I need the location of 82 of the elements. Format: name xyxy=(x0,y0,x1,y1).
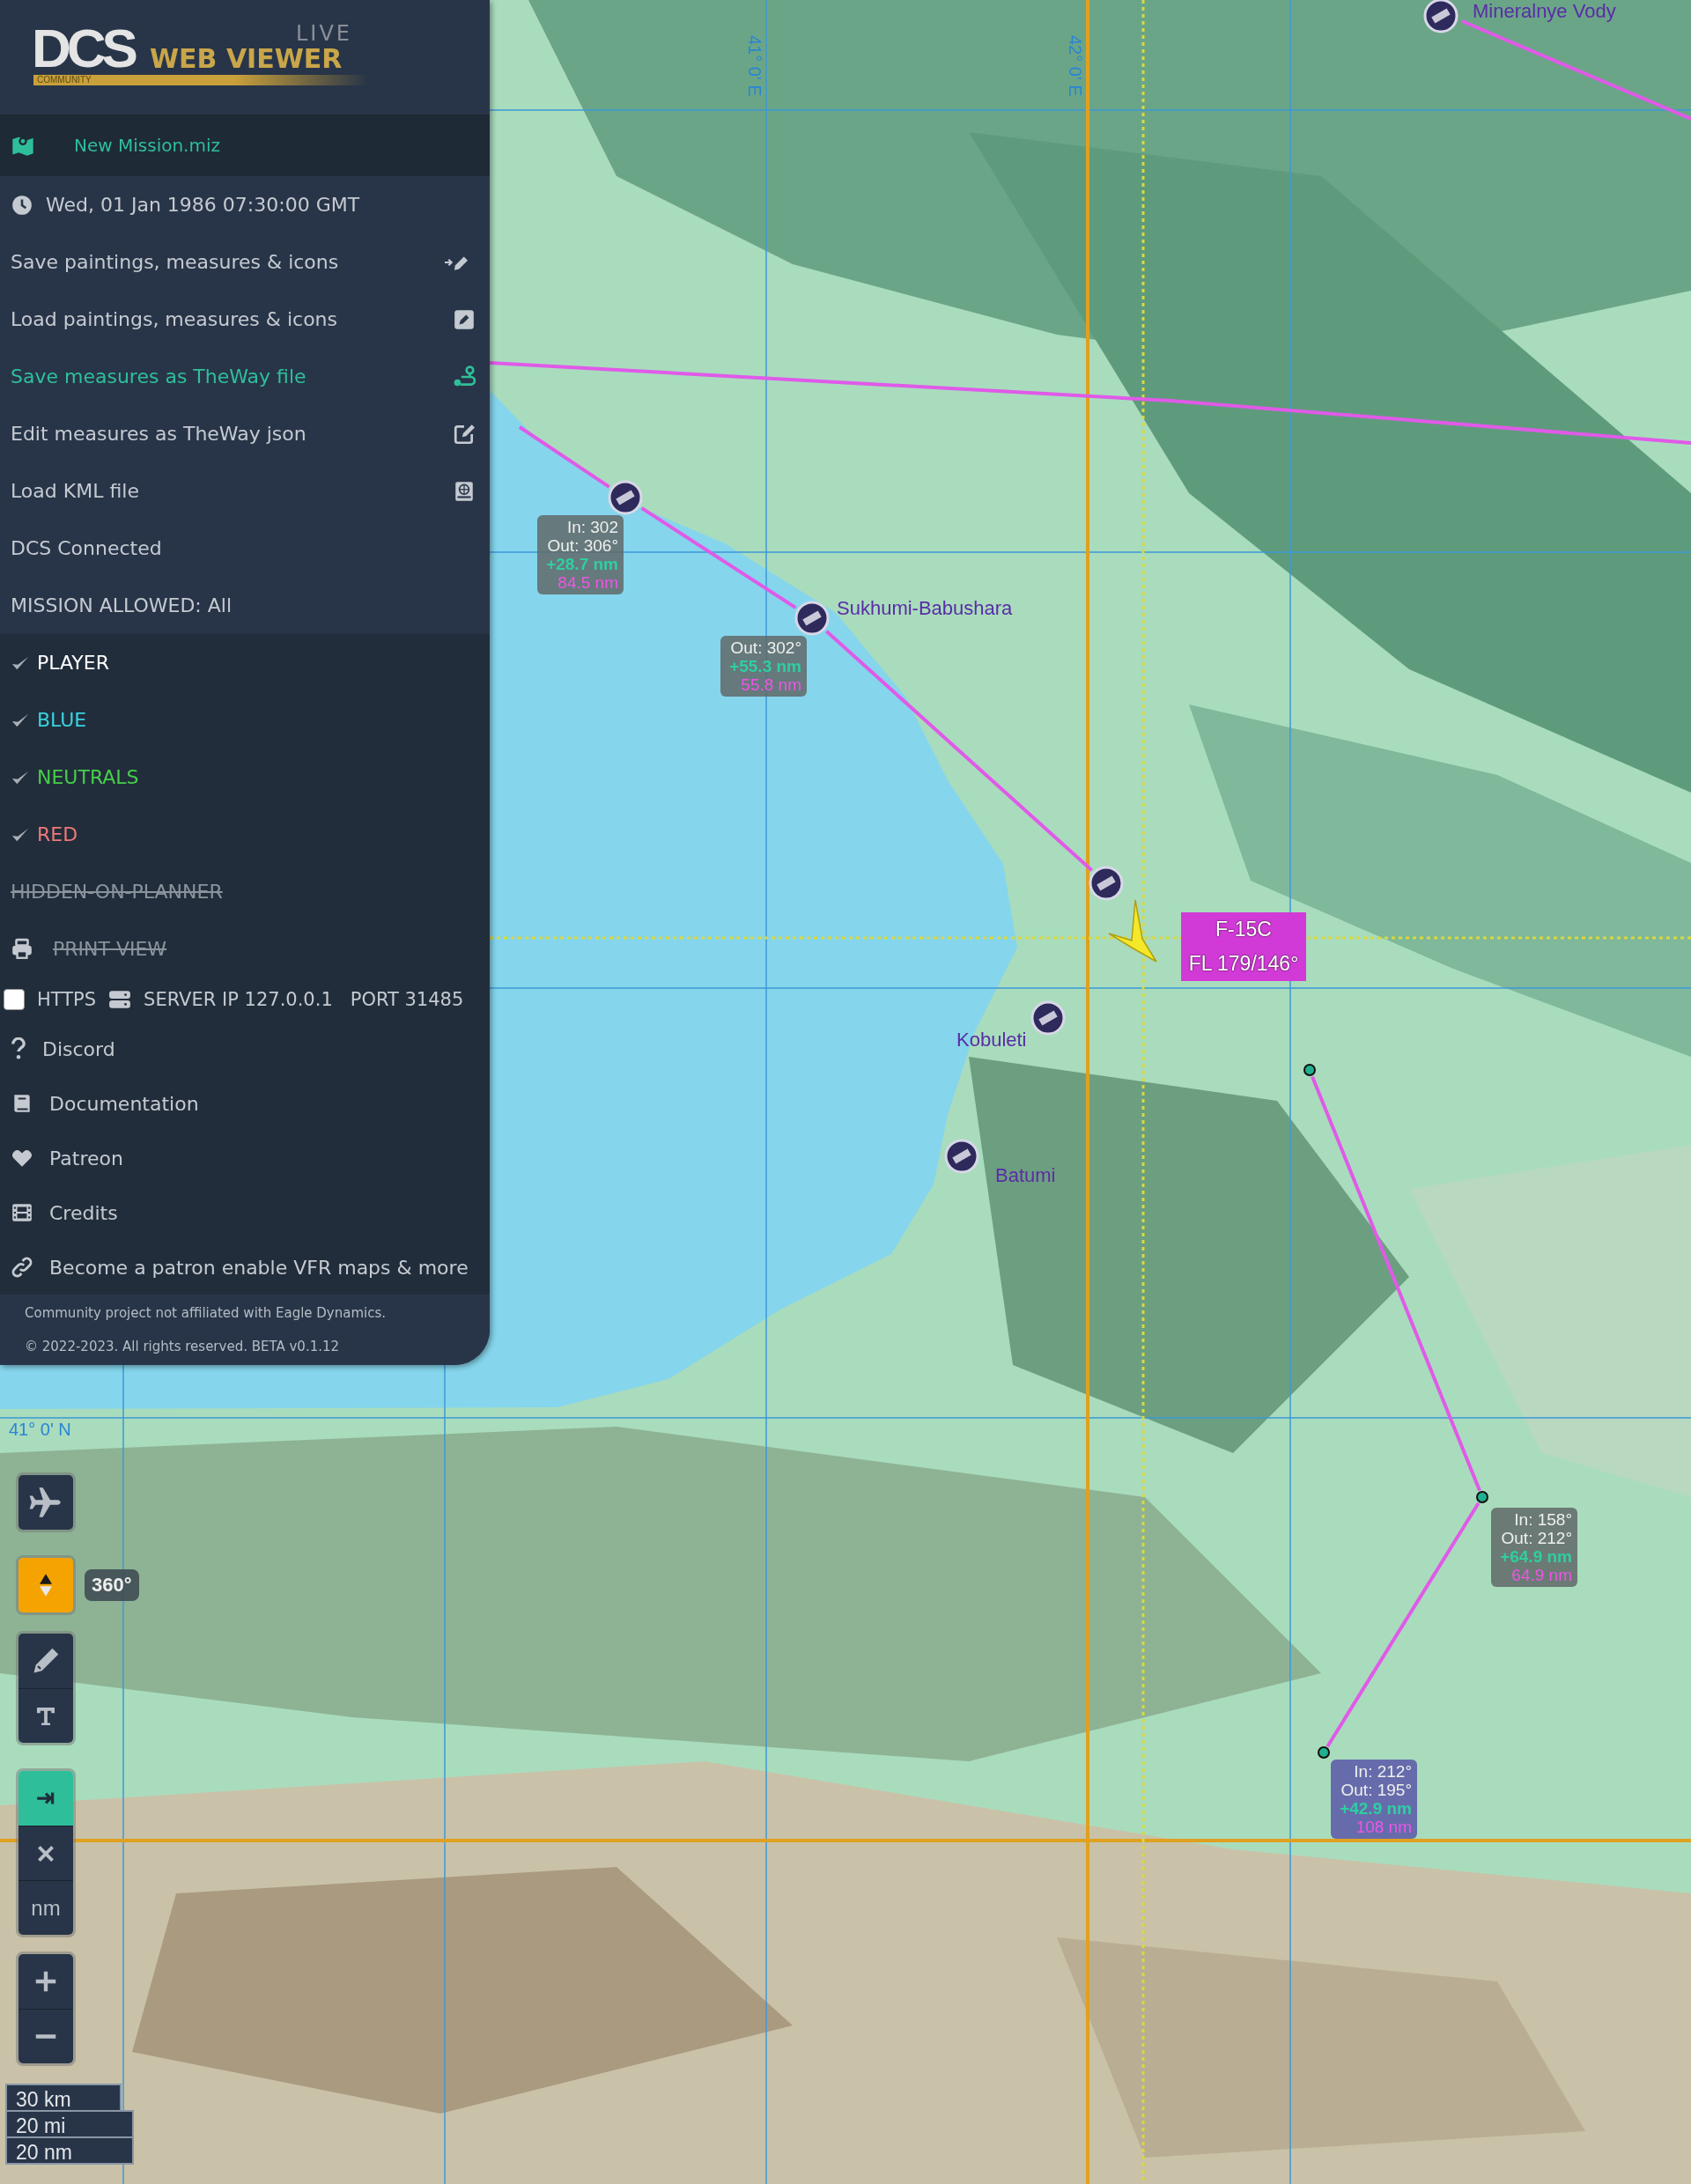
outbound-heading: Out: 302° xyxy=(730,638,801,657)
route-icon xyxy=(453,365,476,388)
units-button[interactable]: nm xyxy=(18,1880,73,1935)
menu-item[interactable]: Load KML file xyxy=(0,462,490,520)
airbase-icon[interactable] xyxy=(944,1139,979,1174)
aircraft-type: F-15C xyxy=(1215,918,1272,941)
total-distance: 108 nm xyxy=(1355,1818,1412,1836)
leg-distance: +28.7 nm xyxy=(546,555,618,573)
filter-toggle[interactable]: RED xyxy=(37,823,78,845)
clear-button[interactable] xyxy=(18,1826,73,1880)
total-distance: 84.5 nm xyxy=(558,573,618,592)
aircraft-button[interactable] xyxy=(18,1475,73,1530)
aircraft-label[interactable]: F-15C FL 179/146° xyxy=(1181,912,1306,981)
footer-text: Community project not affiliated with Eagle Dynamics. xyxy=(25,1305,388,1321)
flight-level: FL 179/146° xyxy=(1188,952,1299,976)
text-tool-button[interactable] xyxy=(18,1688,73,1743)
status-text: MISSION ALLOWED: All xyxy=(11,594,233,616)
grid-label: 41° 0' E xyxy=(744,35,764,97)
airbase-icon[interactable] xyxy=(1089,866,1124,901)
scale-bar: 20 nm xyxy=(5,2136,134,2165)
clock-icon xyxy=(11,193,33,217)
measure-button[interactable] xyxy=(18,1771,73,1826)
outbound-heading: Out: 212° xyxy=(1501,1529,1572,1547)
menu-item[interactable]: Load paintings, measures & icons xyxy=(0,291,490,348)
heading-badge: 360° xyxy=(85,1569,139,1601)
airbase-icon[interactable] xyxy=(794,601,830,636)
mission-name[interactable]: New Mission.miz xyxy=(74,135,220,156)
leg-distance: +42.9 nm xyxy=(1340,1799,1412,1818)
zoom-out-button[interactable] xyxy=(18,2009,73,2063)
waypoint-marker[interactable] xyxy=(1303,1064,1316,1076)
menu-link[interactable]: Discord xyxy=(42,1037,115,1060)
menu-item[interactable]: Save paintings, measures & icons xyxy=(0,233,490,291)
https-checkbox[interactable] xyxy=(4,989,25,1010)
waypoint-marker[interactable] xyxy=(1318,1746,1330,1759)
server-icon xyxy=(108,988,132,1011)
question-icon xyxy=(11,1037,26,1060)
footer-text: © 2022-2023. All rights reserved. BETA v0.1.12 xyxy=(25,1339,341,1354)
airbase-icon[interactable] xyxy=(1030,1000,1066,1036)
inbound-heading: In: 158° xyxy=(1514,1510,1572,1529)
airbase-label[interactable]: Kobuleti xyxy=(956,1029,1027,1051)
film-icon xyxy=(11,1201,33,1224)
minus-icon xyxy=(33,2034,58,2039)
edit-icon xyxy=(453,422,476,446)
outbound-heading: Out: 195° xyxy=(1340,1781,1412,1799)
menu-link[interactable]: Documentation xyxy=(49,1092,199,1115)
compass-button[interactable] xyxy=(18,1558,73,1612)
filter-toggle[interactable]: HIDDEN-ON-PLANNER xyxy=(11,881,223,903)
airbase-label[interactable]: Sukhumi-Babushara xyxy=(837,597,1013,620)
total-distance: 64.9 nm xyxy=(1511,1566,1572,1584)
mission-time: Wed, 01 Jan 1986 07:30:00 GMT xyxy=(46,194,361,216)
pencil-square-icon xyxy=(453,307,476,331)
filter-toggle[interactable]: BLUE xyxy=(37,709,87,731)
total-distance: 55.8 nm xyxy=(741,675,801,694)
filter-toggle[interactable]: PLAYER xyxy=(37,652,109,674)
print-view-toggle[interactable]: PRINT VIEW xyxy=(53,938,167,960)
scale-bar: 30 km xyxy=(5,2084,122,2112)
filter-toggle[interactable]: NEUTRALS xyxy=(37,766,139,788)
grid-label: 41° 0' N xyxy=(9,1420,71,1440)
server-port: PORT 31485 xyxy=(350,989,464,1010)
status-text: DCS Connected xyxy=(11,537,163,559)
airbase-icon[interactable] xyxy=(1423,0,1458,33)
inbound-heading: In: 302 xyxy=(566,518,618,536)
book-globe-icon xyxy=(453,479,476,503)
menu-item[interactable]: Save measures as TheWay file xyxy=(0,348,490,405)
menu-link[interactable]: Patreon xyxy=(49,1147,123,1169)
scale-bar: 20 mi xyxy=(5,2110,134,2138)
grid-label: 42° 0' E xyxy=(1065,35,1085,97)
link-icon xyxy=(11,1256,33,1279)
outbound-heading: Out: 306° xyxy=(547,536,618,555)
waypoint-marker[interactable] xyxy=(1476,1491,1488,1503)
https-label: HTTPS xyxy=(37,989,97,1010)
leg-distance: +55.3 nm xyxy=(729,657,801,675)
draw-button[interactable] xyxy=(18,1634,73,1688)
zoom-in-button[interactable] xyxy=(18,1954,73,2009)
airbase-icon[interactable] xyxy=(608,480,643,515)
leg-distance: +64.9 nm xyxy=(1500,1547,1572,1566)
server-ip: SERVER IP 127.0.0.1 xyxy=(144,989,333,1010)
menu-link[interactable]: Credits xyxy=(49,1201,118,1224)
menu-item[interactable]: Edit measures as TheWay json xyxy=(0,405,490,462)
printer-icon xyxy=(11,937,33,961)
menu-link[interactable]: Become a patron enable VFR maps & more xyxy=(49,1256,469,1279)
inbound-heading: In: 212° xyxy=(1354,1762,1412,1781)
